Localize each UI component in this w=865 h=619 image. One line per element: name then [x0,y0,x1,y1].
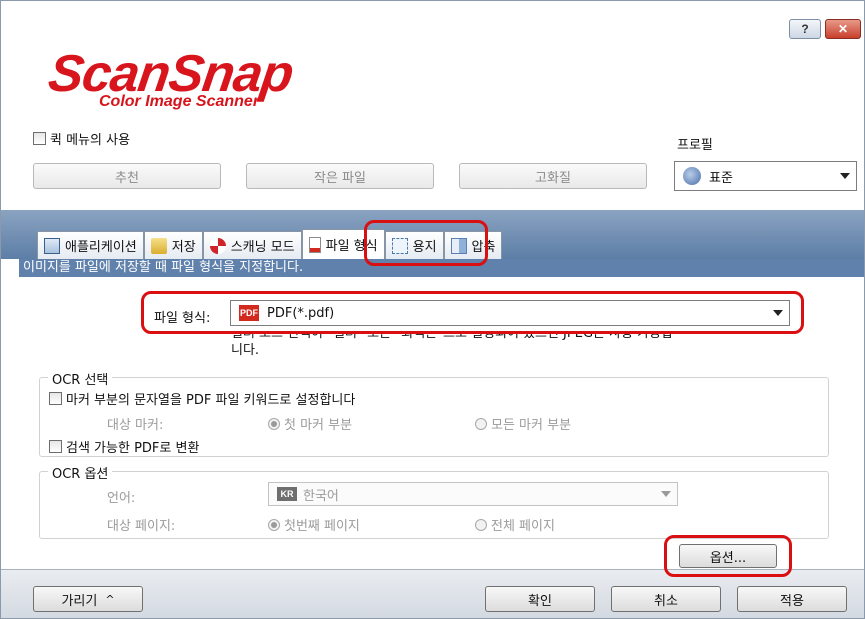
profile-value: 표준 [709,170,733,186]
file-format-label: 파일 형식: [154,311,211,326]
scansnap-settings-window: ? ✕ ScanSnap Color Image Scanner 퀵 메뉴의 사… [0,0,865,619]
options-button[interactable]: 옵션... [679,544,777,568]
quick-menu-checkbox[interactable]: 퀵 메뉴의 사용 [33,129,130,148]
tab-compression[interactable]: 압축 [443,231,503,259]
hide-label: 가리기 [61,593,98,609]
language-label: 언어: [107,491,136,506]
hide-button[interactable]: 가리기 ^ [33,586,143,612]
quick-menu-label: 퀵 메뉴의 사용 [50,133,131,148]
high-quality-button[interactable]: 고화질 [459,163,647,189]
marker-keyword-label: 마커 부분의 문자열을 PDF 파일 키워드로 설정합니다 [66,393,356,408]
scansnap-logo: ScanSnap Color Image Scanner [45,44,409,114]
pdf-icon: PDF [239,305,259,321]
cancel-button[interactable]: 취소 [611,586,721,612]
tab-label: 용지 [412,240,437,255]
language-dropdown[interactable]: KR 한국어 [268,482,678,506]
radio-checked-icon [268,417,280,430]
chevron-up-icon: ^ [105,592,115,606]
tab-scan-mode[interactable]: 스캐닝 모드 [202,231,302,259]
ocr-options-title: OCR 옵션 [48,463,113,482]
profile-label: 프로필 [677,138,713,153]
chevron-down-icon [661,491,671,497]
file-format-icon [308,236,321,253]
file-format-value: PDF(*.pdf) [267,305,335,321]
note-line-partial: 컬러 모드 선택이 "컬러" 또는 "회색톤"으로 설정되어 있으면 JPEG는… [231,334,791,342]
all-pages-radio[interactable]: 전체 페이지 [475,515,555,534]
target-page-label: 대상 페이지: [107,519,176,534]
apply-button[interactable]: 적용 [737,586,847,612]
note-line-end: 니다. [231,343,260,358]
close-button[interactable]: ✕ [825,19,861,39]
profile-dropdown[interactable]: 표준 [674,161,857,191]
searchable-pdf-label: 검색 가능한 PDF로 변환 [66,441,200,456]
chevron-down-icon [840,173,850,179]
tab-file-format[interactable]: 파일 형식 [301,229,385,259]
target-marker-label: 대상 마커: [107,418,164,433]
folder-icon [150,237,167,254]
tab-paper[interactable]: 용지 [384,231,444,259]
checkbox-icon [49,440,62,453]
paper-icon [391,237,408,254]
settings-tabs: 애플리케이션 저장 스캐닝 모드 파일 형식 용지 압축 [37,229,503,259]
radio-icon [475,518,487,531]
help-button[interactable]: ? [789,19,821,39]
application-icon [44,237,60,254]
compression-icon [450,237,467,254]
ocr-select-title: OCR 선택 [48,369,113,388]
all-markers-label: 모든 마커 부분 [491,418,572,433]
profile-icon [683,167,701,185]
file-format-note: 컬러 모드 선택이 "컬러" 또는 "회색톤"으로 설정되어 있으면 JPEG는… [231,334,791,359]
ok-button[interactable]: 확인 [485,586,595,612]
tab-label: 압축 [471,240,496,255]
panel-description: 이미지를 파일에 저장할 때 파일 형식을 지정합니다. [19,259,864,277]
close-icon: ✕ [837,22,849,36]
first-page-radio[interactable]: 첫번째 페이지 [268,515,360,534]
logo-subtitle: Color Image Scanner [99,93,260,110]
scan-mode-icon [209,237,226,254]
file-format-dropdown[interactable]: PDF PDF(*.pdf) [230,300,790,326]
checkbox-icon [33,132,46,145]
tab-label: 저장 [171,240,196,255]
recommended-button[interactable]: 추천 [33,163,221,189]
radio-icon [475,417,487,430]
tab-save[interactable]: 저장 [143,231,203,259]
marker-keyword-checkbox[interactable]: 마커 부분의 문자열을 PDF 파일 키워드로 설정합니다 [49,389,355,408]
first-page-label: 첫번째 페이지 [284,519,360,534]
small-file-button[interactable]: 작은 파일 [246,163,434,189]
searchable-pdf-checkbox[interactable]: 검색 가능한 PDF로 변환 [49,437,199,456]
all-markers-radio[interactable]: 모든 마커 부분 [475,414,571,433]
chevron-down-icon [773,310,783,316]
tab-label: 애플리케이션 [65,240,137,255]
checkbox-icon [49,392,62,405]
language-value: 한국어 [303,488,339,504]
tab-label: 파일 형식 [325,239,378,254]
korean-flag-icon: KR [277,487,297,501]
first-marker-radio[interactable]: 첫 마커 부분 [268,414,352,433]
radio-checked-icon [268,518,280,531]
all-pages-label: 전체 페이지 [491,519,555,534]
help-icon: ? [801,22,809,36]
tab-application[interactable]: 애플리케이션 [37,231,144,259]
tab-label: 스캐닝 모드 [230,240,295,255]
first-marker-label: 첫 마커 부분 [284,418,353,433]
